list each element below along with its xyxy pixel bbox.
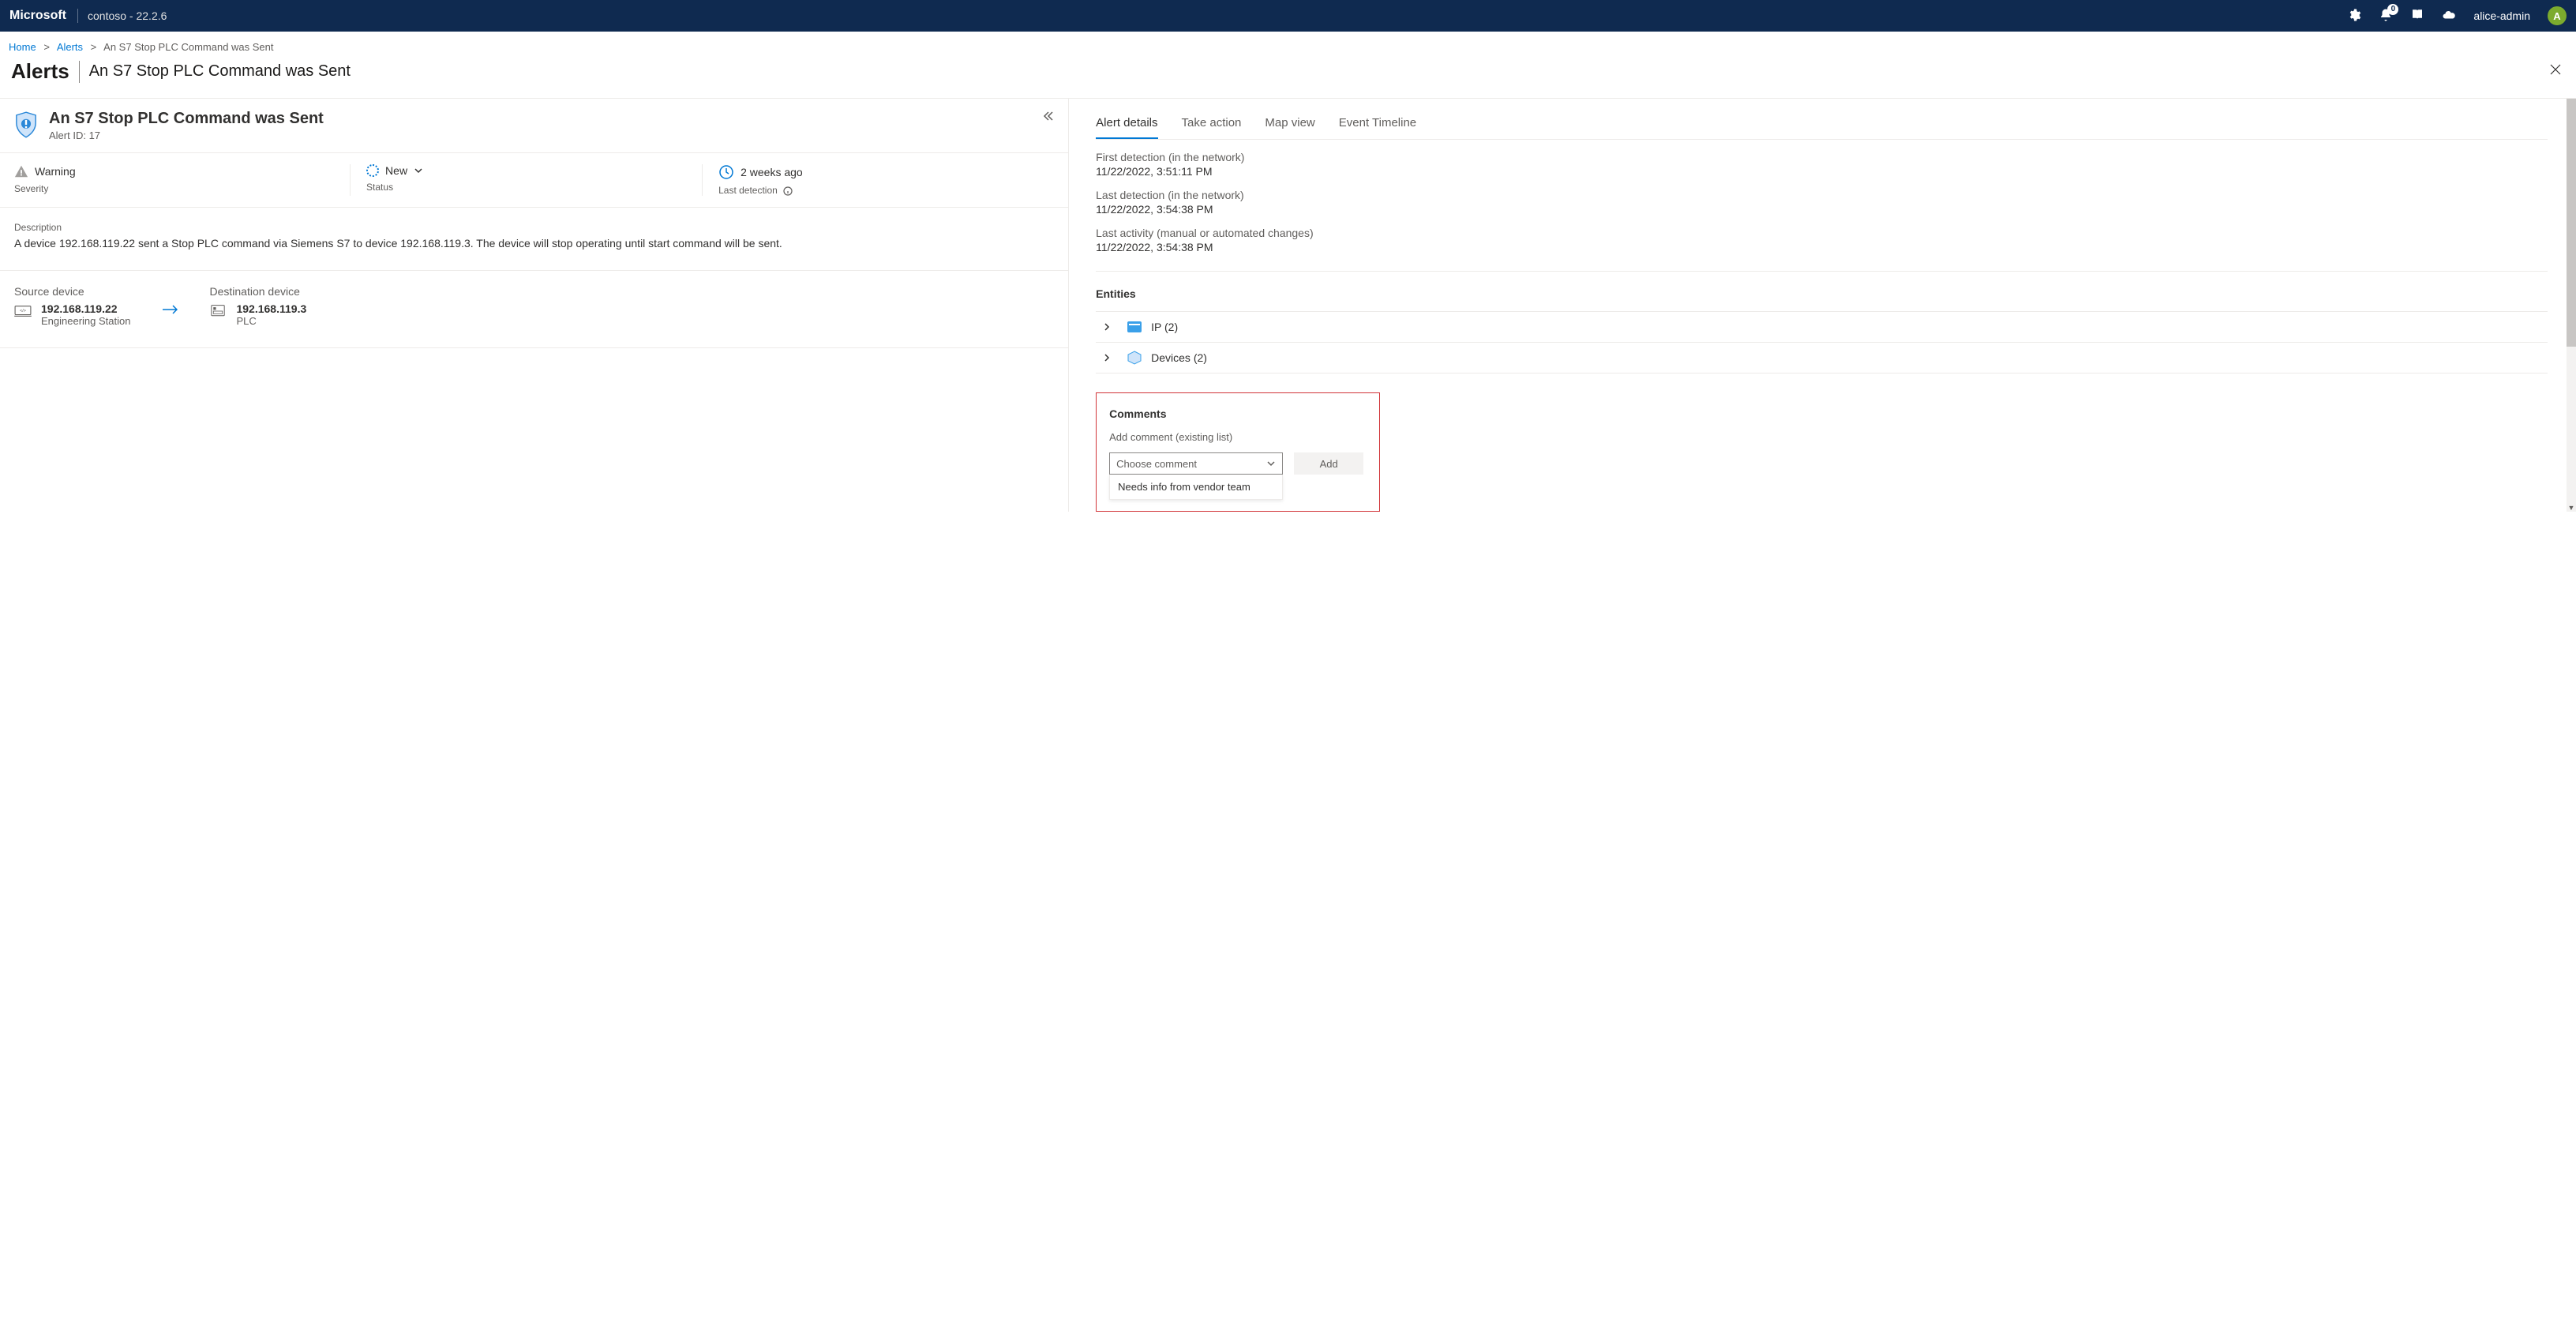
workstation-icon: </>: [14, 304, 32, 318]
alert-title: An S7 Stop PLC Command was Sent: [49, 110, 324, 128]
breadcrumb-home[interactable]: Home: [9, 41, 36, 53]
severity-stat: Warning Severity: [14, 164, 350, 196]
status-value: New: [385, 164, 407, 177]
comment-option[interactable]: Needs info from vendor team: [1110, 475, 1282, 499]
clock-icon: [718, 164, 734, 180]
last-detection-net-value: 11/22/2022, 3:54:38 PM: [1096, 203, 2548, 216]
description-label: Description: [14, 222, 1054, 233]
tab-take-action[interactable]: Take action: [1182, 113, 1242, 139]
chevron-down-icon: [1266, 459, 1276, 468]
last-activity-label: Last activity (manual or automated chang…: [1096, 227, 2548, 239]
breadcrumb-sep: >: [91, 41, 97, 53]
info-icon[interactable]: [783, 186, 793, 196]
ip-icon: [1127, 320, 1142, 334]
entity-devices-row[interactable]: Devices (2): [1096, 343, 2548, 373]
severity-label: Severity: [14, 183, 340, 194]
comment-combobox[interactable]: Choose comment: [1109, 452, 1283, 475]
chevron-down-icon[interactable]: [414, 166, 423, 175]
last-detection-stat: 2 weeks ago Last detection: [702, 164, 1054, 196]
severity-value: Warning: [35, 165, 76, 178]
shield-icon: [14, 111, 38, 138]
breadcrumb-sep: >: [43, 41, 50, 53]
top-nav: Microsoft contoso - 22.2.6 0 alice-admin…: [0, 0, 2576, 32]
source-device-type: Engineering Station: [41, 315, 130, 327]
breadcrumb-current: An S7 Stop PLC Command was Sent: [103, 41, 273, 53]
alert-summary-panel: An S7 Stop PLC Command was Sent Alert ID…: [0, 99, 1069, 512]
tab-event-timeline[interactable]: Event Timeline: [1339, 113, 1416, 139]
first-detection-label: First detection (in the network): [1096, 151, 2548, 163]
alert-details-panel: Alert details Take action Map view Event…: [1069, 99, 2567, 512]
entities-heading: Entities: [1096, 287, 2548, 300]
cloud-icon[interactable]: [2442, 8, 2456, 24]
add-comment-button[interactable]: Add: [1294, 452, 1363, 475]
breadcrumb: Home > Alerts > An S7 Stop PLC Command w…: [0, 32, 2576, 59]
chevron-right-icon[interactable]: [1102, 322, 1112, 332]
entity-ip-row[interactable]: IP (2): [1096, 311, 2548, 343]
tenant-label: contoso - 22.2.6: [88, 9, 167, 22]
scroll-down-icon[interactable]: ▼: [2567, 504, 2576, 512]
gear-icon[interactable]: [2347, 8, 2361, 24]
description-text: A device 192.168.119.22 sent a Stop PLC …: [14, 236, 1054, 251]
collapse-icon[interactable]: [1041, 110, 1054, 125]
page-subtitle: An S7 Stop PLC Command was Sent: [89, 62, 351, 81]
comment-dropdown: Needs info from vendor team: [1109, 475, 1283, 500]
comments-sub: Add comment (existing list): [1109, 431, 1367, 443]
breadcrumb-alerts[interactable]: Alerts: [57, 41, 83, 53]
details-tabs: Alert details Take action Map view Event…: [1096, 113, 2548, 140]
scrollbar[interactable]: ▲ ▼: [2567, 99, 2576, 512]
status-label: Status: [366, 182, 692, 193]
source-device[interactable]: Source device </> 192.168.119.22 Enginee…: [14, 285, 130, 327]
last-activity-value: 11/22/2022, 3:54:38 PM: [1096, 241, 2548, 253]
bell-icon[interactable]: 0: [2379, 8, 2393, 24]
entities-section: Entities IP (2) Devices (2): [1096, 287, 2548, 373]
comments-heading: Comments: [1109, 407, 1367, 420]
comment-placeholder: Choose comment: [1116, 458, 1197, 470]
svg-text:</>: </>: [20, 309, 26, 313]
destination-device[interactable]: Destination device 192.168.119.3 PLC: [209, 285, 306, 327]
entity-ip-label: IP (2): [1151, 321, 1178, 333]
title-bar: Alerts An S7 Stop PLC Command was Sent: [0, 59, 2576, 98]
devices-icon: [1127, 351, 1142, 365]
tab-map-view[interactable]: Map view: [1265, 113, 1314, 139]
last-detection-label: Last detection: [718, 185, 778, 196]
entity-devices-label: Devices (2): [1151, 351, 1207, 364]
destination-device-ip: 192.168.119.3: [236, 302, 306, 315]
plc-icon: [209, 304, 227, 318]
brand-logo: Microsoft: [9, 9, 78, 23]
source-device-label: Source device: [14, 285, 130, 298]
tab-alert-details[interactable]: Alert details: [1096, 113, 1157, 139]
alert-id: Alert ID: 17: [49, 129, 324, 141]
page-title: Alerts: [11, 59, 69, 84]
spinner-icon: [366, 164, 379, 177]
source-device-ip: 192.168.119.22: [41, 302, 130, 315]
destination-device-label: Destination device: [209, 285, 306, 298]
notification-badge: 0: [2387, 4, 2398, 15]
comments-section: Comments Add comment (existing list) Cho…: [1096, 392, 1380, 512]
last-detection-value: 2 weeks ago: [741, 166, 803, 178]
warning-icon: [14, 164, 28, 178]
book-icon[interactable]: [2410, 8, 2424, 24]
close-icon[interactable]: [2546, 60, 2565, 83]
destination-device-type: PLC: [236, 315, 306, 327]
username-label[interactable]: alice-admin: [2473, 9, 2530, 22]
status-stat[interactable]: New Status: [350, 164, 702, 196]
last-detection-net-label: Last detection (in the network): [1096, 189, 2548, 201]
chevron-right-icon[interactable]: [1102, 353, 1112, 362]
scrollbar-thumb[interactable]: [2567, 99, 2576, 347]
avatar[interactable]: A: [2548, 6, 2567, 25]
arrow-right-icon: [162, 304, 178, 317]
first-detection-value: 11/22/2022, 3:51:11 PM: [1096, 165, 2548, 178]
